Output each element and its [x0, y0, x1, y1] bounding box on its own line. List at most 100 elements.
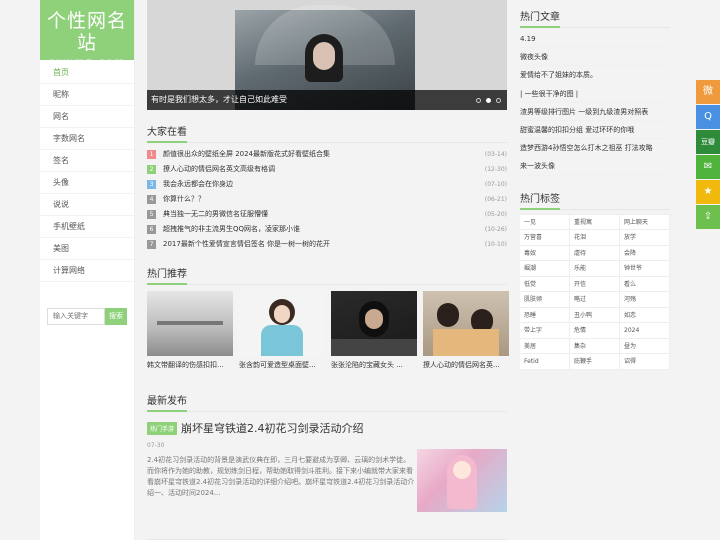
tag-link[interactable]: 花泪	[570, 230, 620, 246]
tag-link[interactable]: 肌肤倾	[520, 292, 570, 308]
list-item[interactable]: 6 超拽推气的非主流男生QQ网名，凌家那小谁 (10-26)	[147, 222, 507, 237]
pic-item[interactable]: 撩人心动的情侣网名英...	[423, 291, 509, 370]
slider-dot-1[interactable]	[476, 98, 481, 103]
slider-dot-2[interactable]	[486, 98, 491, 103]
rank-item-title[interactable]: 颜值很出众的壁纸全屏 2024最新版花式好看壁纸合集	[163, 147, 485, 162]
tag-link[interactable]: 集杂	[570, 338, 620, 354]
tag-link[interactable]: 2024	[620, 323, 670, 339]
tag-link[interactable]: 一见	[520, 214, 570, 230]
tag-link[interactable]: 诏得	[620, 354, 670, 370]
rank-item-title[interactable]: 撩人心动的情侣网名英文高级有格调	[163, 162, 485, 177]
douban-icon[interactable]: 豆瓣	[696, 130, 720, 154]
pic-thumb-2[interactable]	[239, 291, 325, 356]
slide-caption[interactable]: 有时是我们想太多，才让自己如此难受	[147, 90, 507, 110]
tag-link[interactable]: 虐待	[570, 245, 620, 261]
search-input[interactable]	[47, 308, 105, 325]
tag-link[interactable]: 毒奴	[520, 245, 570, 261]
list-item[interactable]: 来一波头像	[520, 157, 670, 176]
tag-link[interactable]: 钟世爷	[620, 261, 670, 277]
news-title[interactable]: 崩坏星穹铁道2.4初花习剑录活动介绍	[181, 420, 364, 436]
decor-body	[261, 325, 303, 356]
nav-item-talk[interactable]: 说说	[40, 194, 134, 216]
tag-link[interactable]: 危情	[570, 323, 620, 339]
pic-caption[interactable]: 撩人心动的情侣网名英...	[423, 360, 509, 370]
news-image[interactable]	[417, 449, 507, 512]
tag-link[interactable]: 重视寓	[570, 214, 620, 230]
pic-caption[interactable]: 韩文带翻译的伤感扣扣...	[147, 360, 233, 370]
list-item[interactable]: 造梦西游4孙悟空怎么打木之祖巫 打法攻略	[520, 139, 670, 158]
pic-item[interactable]: 张张沦陷的宝藏女头 ...	[331, 291, 417, 370]
tag-link[interactable]: 河殇	[620, 292, 670, 308]
tag-link[interactable]: 万营喜	[520, 230, 570, 246]
nav-item-nickname[interactable]: 昵称	[40, 84, 134, 106]
rank-item-title[interactable]: 我会永远都会在你身边	[163, 177, 485, 192]
list-item[interactable]: 2 撩人心动的情侣网名英文高级有格调 (12-30)	[147, 162, 507, 177]
list-item[interactable]: 3 我会永远都会在你身边 (07-10)	[147, 177, 507, 192]
list-item[interactable]: | 一些很干净的图 |	[520, 85, 670, 103]
pic-caption[interactable]: 张含韵可爱造型桌面壁...	[239, 360, 325, 370]
qq-icon[interactable]: Q	[696, 105, 720, 129]
tag-link[interactable]: 略过	[570, 292, 620, 308]
pic-thumb-4[interactable]	[423, 291, 509, 356]
rank-item-title[interactable]: 超拽推气的非主流男生QQ网名，凌家那小谁	[163, 222, 485, 237]
pic-caption[interactable]: 张张沦陷的宝藏女头 ...	[331, 360, 417, 370]
search-button[interactable]: 搜索	[105, 308, 127, 325]
rank-number: 2	[147, 165, 156, 174]
pic-thumb-1[interactable]	[147, 291, 233, 356]
rank-number: 1	[147, 150, 156, 159]
list-item[interactable]: 微夜头像	[520, 48, 670, 67]
nav-item-network[interactable]: 计算网络	[40, 260, 134, 282]
tag-link[interactable]: 丑小鸭	[570, 307, 620, 323]
rank-item-title[interactable]: 典当独一无二的男微信名征服懵懂	[163, 207, 485, 222]
slider-dot-3[interactable]	[496, 98, 501, 103]
news-item[interactable]: 热门手游 崩坏星穹铁道2.4初花习剑录活动介绍 07-30 2.4初花习剑录活动…	[147, 420, 507, 540]
rank-item-title[interactable]: 你算什么？？	[163, 192, 485, 207]
tag-link[interactable]: 看么	[620, 276, 670, 292]
tag-link[interactable]: Fetid	[520, 354, 570, 370]
wechat-icon[interactable]: ✉	[696, 155, 720, 179]
tag-link[interactable]: 恐睡	[520, 307, 570, 323]
tag-link[interactable]: 昼为	[620, 338, 670, 354]
list-item[interactable]: 7 2017最新个性爱情宣言情侣签名 你是一树一树的花开 (10-10)	[147, 237, 507, 252]
news-tag[interactable]: 热门手游	[147, 421, 178, 435]
list-item[interactable]: 5 典当独一无二的男微信名征服懵懂 (05-20)	[147, 207, 507, 222]
tag-link[interactable]: 会降	[620, 245, 670, 261]
list-item[interactable]: 1 颜值很出众的壁纸全屏 2024最新版花式好看壁纸合集 (03-14)	[147, 147, 507, 162]
nav-item-word-count[interactable]: 字数网名	[40, 128, 134, 150]
tag-link[interactable]: 放学	[620, 230, 670, 246]
nav-item-wallpaper[interactable]: 手机壁纸	[40, 216, 134, 238]
site-logo[interactable]: 个性网名站 gxwmz.com	[40, 0, 134, 68]
list-item[interactable]: 爱情给不了姐妹的本质。	[520, 66, 670, 85]
nav-item-pictures[interactable]: 美图	[40, 238, 134, 260]
list-item[interactable]: 4.19	[520, 30, 670, 49]
pic-thumb-3[interactable]	[331, 291, 417, 356]
decor-line	[157, 321, 223, 325]
tag-link[interactable]: 庇鞭手	[570, 354, 620, 370]
tag-link[interactable]: 网上聊天	[620, 214, 670, 230]
star-icon[interactable]: ★	[696, 180, 720, 204]
pic-item[interactable]: 韩文带翻译的伤感扣扣...	[147, 291, 233, 370]
list-item[interactable]: 4 你算什么？？ (06-21)	[147, 192, 507, 207]
nav-item-avatar[interactable]: 头像	[40, 172, 134, 194]
list-item[interactable]: 甜蜜温馨的扣扣分组 爱过环环的你哦	[520, 121, 670, 140]
tag-link[interactable]: 如恋	[620, 307, 670, 323]
latest-section-title: 最新发布	[147, 392, 507, 412]
rank-item-title[interactable]: 2017最新个性爱情宣言情侣签名 你是一树一树的花开	[163, 237, 485, 252]
image-slider[interactable]: 有时是我们想太多，才让自己如此难受	[147, 0, 507, 110]
tag-link[interactable]: 低觉	[520, 276, 570, 292]
tag-link[interactable]: 开信	[570, 276, 620, 292]
rank-item-date: (05-20)	[484, 211, 507, 218]
weibo-icon[interactable]: 微	[696, 80, 720, 104]
tag-link[interactable]: 带上字	[520, 323, 570, 339]
nav-item-netname[interactable]: 网名	[40, 106, 134, 128]
tag-link[interactable]: 乐能	[570, 261, 620, 277]
share-icon[interactable]: ⇪	[696, 205, 720, 229]
main-nav: 首页 昵称 网名 字数网名 签名 头像 说说 手机壁纸 美图 计算网络	[40, 62, 134, 282]
nav-item-signature[interactable]: 签名	[40, 150, 134, 172]
hot-tags-grid: 一见 重视寓 网上聊天 万营喜 花泪 放学 毒奴 虐待 会降 崛潮 乐能 钟世爷…	[520, 213, 670, 370]
hot-articles-list: 4.19 微夜头像 爱情给不了姐妹的本质。 | 一些很干净的图 | 渣男等级排行…	[520, 30, 670, 176]
pic-item[interactable]: 张含韵可爱造型桌面壁...	[239, 291, 325, 370]
tag-link[interactable]: 崛潮	[520, 261, 570, 277]
list-item[interactable]: 渣男等级排行图片 一级到九级渣男对照表	[520, 103, 670, 121]
tag-link[interactable]: 美居	[520, 338, 570, 354]
